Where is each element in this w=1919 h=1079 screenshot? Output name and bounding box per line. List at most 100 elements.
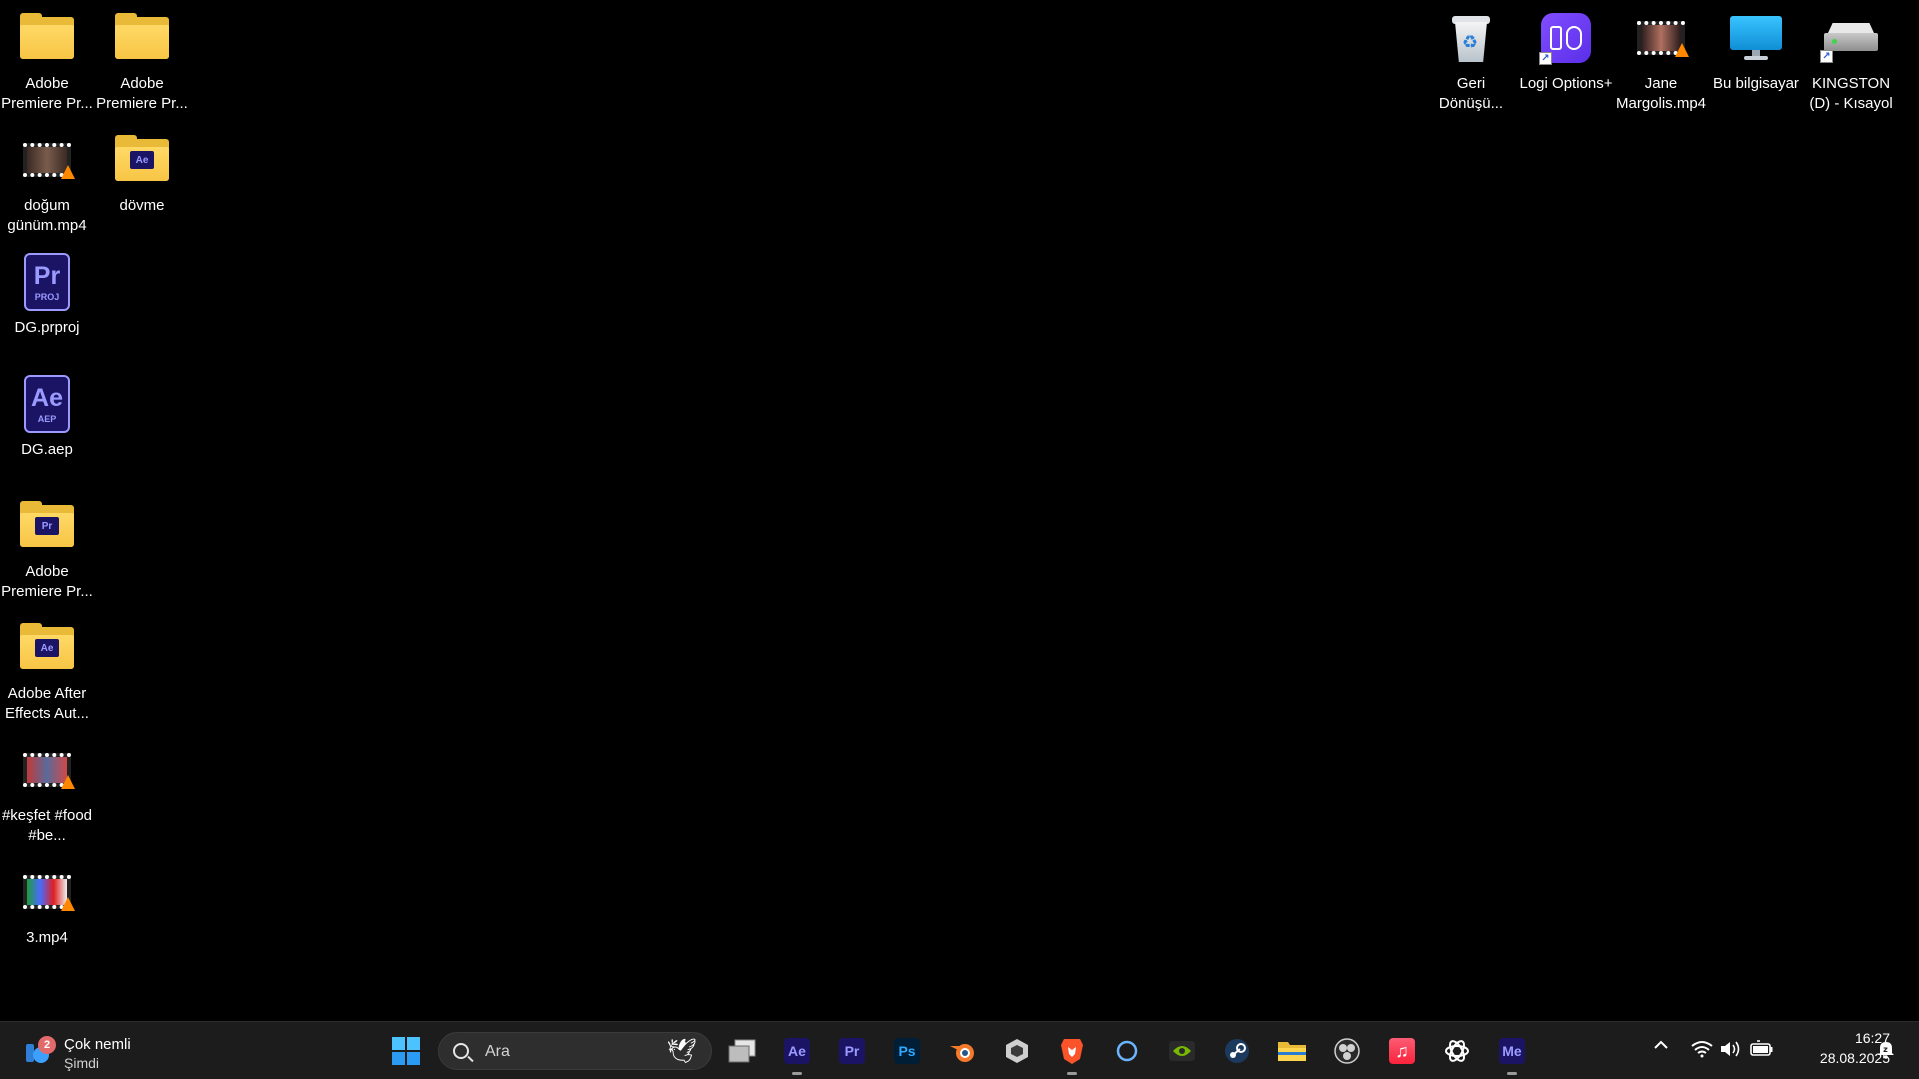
desktop-icon-adobe-premiere-folder-1[interactable]: Adobe Premiere Pr... [0, 8, 94, 114]
desktop-icon-label: Logi Options+ [1519, 75, 1613, 92]
battery-icon [1750, 1040, 1773, 1056]
taskbar-cortana[interactable] [1107, 1031, 1147, 1071]
chevron-up-icon [1654, 1040, 1668, 1049]
desktop-icon-label: DG.prproj [14, 319, 80, 336]
desktop-icon-jane-margolis-video[interactable]: Jane Margolis.mp4 [1614, 8, 1708, 114]
folder-icon [20, 13, 74, 59]
desktop-icon-label: Adobe Premiere Pr... [1, 75, 93, 112]
desktop-icon-after-effects-auto-folder[interactable]: Ae Adobe After Effects Aut... [0, 618, 94, 724]
desktop-icon-bu-bilgisayar[interactable]: Bu bilgisayar [1709, 8, 1803, 94]
search-placeholder: Ara [485, 1043, 510, 1060]
chatgpt-icon [1445, 1040, 1469, 1062]
music-icon: ♫ [1389, 1038, 1415, 1064]
wifi-icon [1691, 1041, 1713, 1058]
taskbar-blender[interactable] [942, 1031, 982, 1071]
video-file-icon [23, 875, 75, 911]
desktop-icon-label: Adobe After Effects Aut... [5, 685, 89, 722]
desktop-icon-dg-prproj[interactable]: Pr PROJ DG.prproj [0, 252, 94, 338]
wifi-status[interactable] [1691, 1040, 1713, 1063]
desktop-icon-logi-options[interactable]: ↗ Logi Options+ [1519, 8, 1613, 94]
taskbar-apple-music[interactable]: ♫ [1382, 1031, 1422, 1071]
task-view-icon [728, 1039, 756, 1063]
svg-text:z: z [1883, 1045, 1888, 1054]
task-view-button[interactable] [722, 1031, 762, 1071]
running-indicator [1507, 1072, 1517, 1075]
weather-time: Şimdi [64, 1055, 100, 1071]
unity-icon [1006, 1039, 1028, 1063]
desktop-icon-label: DG.aep [21, 441, 73, 458]
shortcut-arrow-icon: ↗ [1539, 52, 1552, 65]
video-file-icon [23, 753, 75, 789]
after-effects-folder-icon: Ae [20, 623, 74, 669]
computer-icon [1730, 14, 1782, 62]
taskbar-search[interactable]: Ara 🕊 [438, 1032, 712, 1070]
search-highlight-icon: 🕊 [666, 1038, 697, 1065]
taskbar-unity[interactable] [997, 1031, 1037, 1071]
desktop-icon-label: Adobe Premiere Pr... [1, 563, 93, 600]
taskbar-brave[interactable] [1052, 1031, 1092, 1075]
desktop-icon-label: #keşfet #food #be... [1, 807, 93, 844]
desktop-icon-label: Geri Dönüşü... [1438, 75, 1504, 112]
premiere-folder-icon: Pr [20, 501, 74, 547]
weather-widget[interactable]: 2 Çok nemli Şimdi [20, 1028, 160, 1074]
desktop-icon-recycle-bin[interactable]: ♻ Geri Dönüşü... [1424, 8, 1518, 114]
desktop-icon-label: dövme [119, 197, 165, 214]
taskbar-file-explorer[interactable] [1272, 1031, 1312, 1071]
desktop-icon-dovme-folder[interactable]: Ae dövme [95, 130, 189, 216]
running-indicator [792, 1072, 802, 1075]
taskbar-clock[interactable]: 16:27 28.08.2025 [1790, 1030, 1890, 1066]
volume-control[interactable] [1720, 1040, 1742, 1063]
taskbar-photoshop[interactable]: Ps [887, 1031, 927, 1071]
desktop-icon-3-mp4[interactable]: 3.mp4 [0, 862, 94, 948]
speaker-icon [1721, 1041, 1740, 1057]
media-encoder-icon: Me [1499, 1038, 1525, 1064]
video-file-icon [1637, 21, 1689, 57]
battery-status[interactable] [1750, 1040, 1774, 1063]
desktop-icon-label: Adobe Premiere Pr... [96, 75, 188, 112]
taskbar-steam[interactable] [1217, 1031, 1257, 1071]
notification-badge: 2 [38, 1036, 56, 1054]
after-effects-icon: Ae [784, 1038, 810, 1064]
obs-icon [1334, 1038, 1360, 1064]
weather-condition: Çok nemli [64, 1036, 131, 1053]
search-icon [453, 1043, 469, 1059]
windows-icon [392, 1037, 420, 1065]
running-indicator [1067, 1072, 1077, 1075]
nvidia-icon [1169, 1041, 1195, 1061]
taskbar-chatgpt[interactable] [1437, 1031, 1477, 1071]
folder-icon [115, 13, 169, 59]
after-effects-folder-icon: Ae [115, 135, 169, 181]
notification-center-button[interactable]: z [1876, 1039, 1896, 1064]
taskbar-after-effects[interactable]: Ae [777, 1031, 817, 1075]
desktop-icon-dogum-gunum-video[interactable]: doğum günüm.mp4 [0, 130, 94, 236]
recycle-bin-icon: ♻ [1452, 14, 1490, 62]
desktop-icon-adobe-premiere-folder-3[interactable]: Pr Adobe Premiere Pr... [0, 496, 94, 602]
photoshop-icon: Ps [894, 1038, 920, 1064]
after-effects-project-icon: Ae AEP [24, 375, 70, 433]
shortcut-arrow-icon: ↗ [1820, 50, 1833, 63]
desktop-icon-kesfet-video[interactable]: #keşfet #food #be... [0, 740, 94, 846]
desktop-icon-label: Jane Margolis.mp4 [1615, 75, 1707, 112]
taskbar-nvidia[interactable] [1162, 1031, 1202, 1071]
desktop-icon-kingston-drive[interactable]: ↗ KINGSTON (D) - Kısayol [1804, 8, 1898, 114]
desktop-icon-dg-aep[interactable]: Ae AEP DG.aep [0, 374, 94, 460]
circle-icon [1116, 1040, 1138, 1062]
taskbar-obs[interactable] [1327, 1031, 1367, 1071]
desktop-icon-label: doğum günüm.mp4 [7, 197, 87, 234]
brave-icon [1061, 1039, 1083, 1064]
show-hidden-icons-button[interactable] [1652, 1036, 1670, 1059]
desktop: Adobe Premiere Pr... Adobe Premiere Pr..… [0, 0, 1919, 1021]
video-file-icon [23, 143, 75, 179]
taskbar-premiere-pro[interactable]: Pr [832, 1031, 872, 1071]
premiere-pro-icon: Pr [839, 1038, 865, 1064]
desktop-icon-label: KINGSTON (D) - Kısayol [1809, 75, 1893, 112]
taskbar-media-encoder[interactable]: Me [1492, 1031, 1532, 1075]
desktop-icon-label: Bu bilgisayar [1713, 75, 1799, 92]
notification-bell-icon: z [1878, 1042, 1894, 1059]
blender-icon [950, 1044, 974, 1062]
clock-time: 16:27 [1854, 1030, 1890, 1046]
premiere-project-icon: Pr PROJ [24, 253, 70, 311]
start-button[interactable] [386, 1031, 426, 1071]
drive-shortcut-icon: ↗ [1820, 23, 1878, 63]
desktop-icon-adobe-premiere-folder-2[interactable]: Adobe Premiere Pr... [95, 8, 189, 114]
